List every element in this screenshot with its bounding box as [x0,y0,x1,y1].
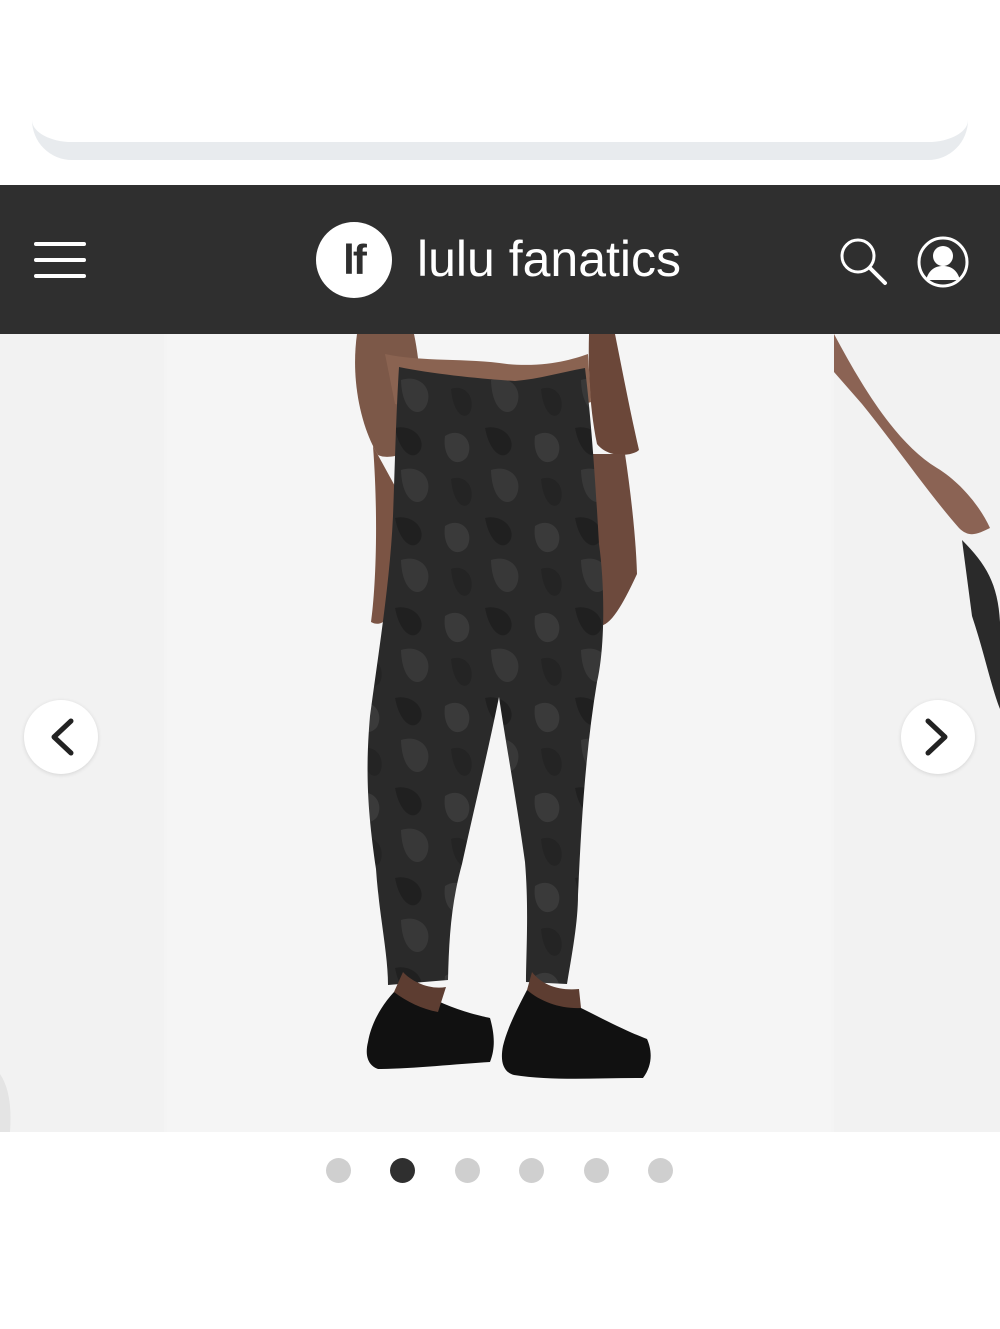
address-bar[interactable] [32,118,968,160]
hamburger-icon-line [34,258,86,262]
brand-logo[interactable]: lf [316,222,392,298]
product-image-carousel[interactable] [0,334,1000,1132]
next-slide-button[interactable] [901,700,975,774]
browser-top-area [0,0,1000,185]
product-image[interactable] [167,334,831,1132]
brand-name[interactable]: lulu fanatics [417,228,681,290]
leggings-photo [355,334,651,1079]
carousel-dot[interactable] [648,1158,673,1183]
hamburger-icon-line [34,242,86,246]
hamburger-icon-line [34,274,86,278]
carousel-pagination [326,1158,676,1184]
carousel-dot-active[interactable] [390,1158,415,1183]
carousel-dot[interactable] [519,1158,544,1183]
carousel-dot[interactable] [326,1158,351,1183]
account-icon[interactable] [916,235,970,289]
carousel-dot[interactable] [584,1158,609,1183]
carousel-dot[interactable] [455,1158,480,1183]
menu-button[interactable] [34,240,86,280]
previous-slide-button[interactable] [24,700,98,774]
chevron-right-icon [925,718,948,756]
search-icon[interactable] [838,236,890,288]
chevron-left-icon [51,718,74,756]
